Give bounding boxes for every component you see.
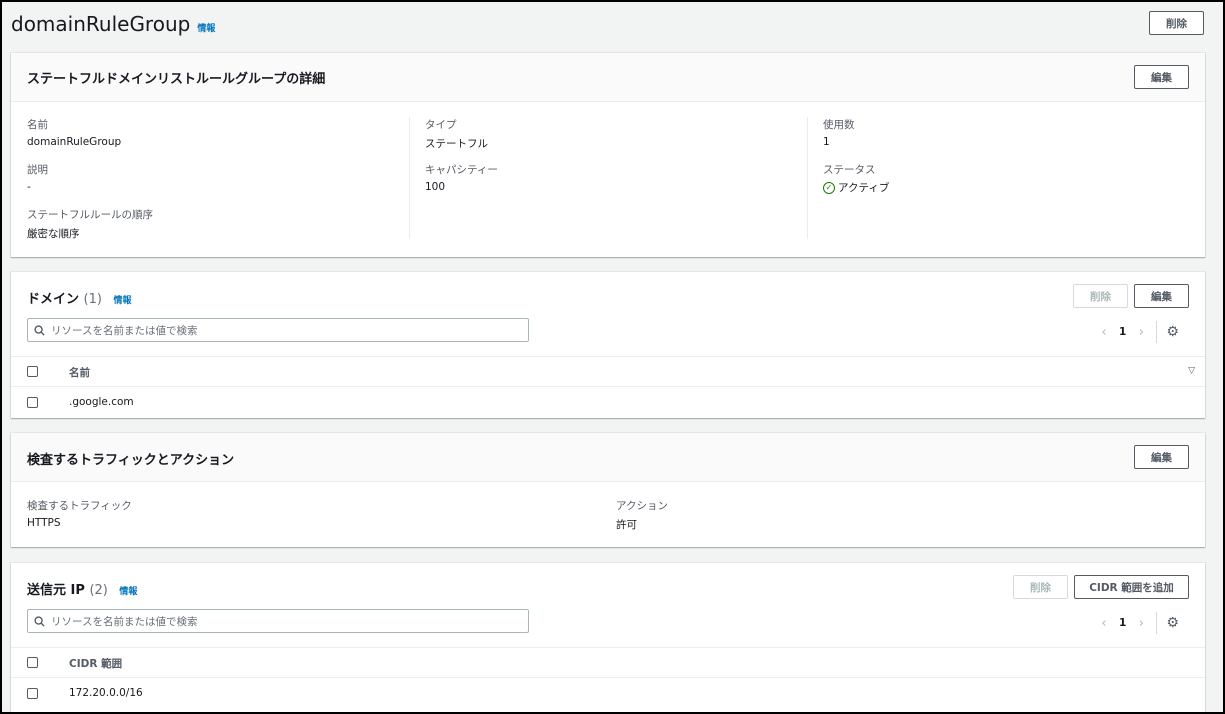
domain-search-placeholder: リソースを名前または値で検索 xyxy=(51,324,198,337)
gear-icon[interactable]: ⚙ xyxy=(1166,615,1179,631)
description-label: 説明 xyxy=(27,164,48,176)
domains-table-header: 名前 ▽ xyxy=(11,356,1205,387)
capacity-value: 100 xyxy=(425,181,446,193)
traffic-panel: 検査するトラフィックとアクション 編集 検査するトラフィック HTTPS アクシ… xyxy=(11,433,1205,547)
domain-search-input[interactable]: リソースを名前または値で検索 xyxy=(27,318,529,342)
search-icon xyxy=(34,615,45,627)
traffic-value: HTTPS xyxy=(27,517,61,529)
details-panel-header: ステートフルドメインリストルールグループの詳細 編集 xyxy=(11,53,1205,102)
chevron-left-icon[interactable]: ‹ xyxy=(1097,616,1111,631)
description-value: - xyxy=(27,181,31,193)
page-title: domainRuleGroup xyxy=(11,12,191,36)
select-all-checkbox[interactable] xyxy=(27,657,38,668)
gear-icon[interactable]: ⚙ xyxy=(1166,324,1179,340)
rule-order-label: ステートフルルールの順序 xyxy=(27,209,153,221)
source-ip-title: 送信元 IP (2) 情報 xyxy=(27,579,137,598)
chevron-left-icon[interactable]: ‹ xyxy=(1097,325,1111,340)
name-label: 名前 xyxy=(27,119,48,131)
type-value: ステートフル xyxy=(425,138,488,150)
action-label: アクション xyxy=(616,500,668,512)
domains-count: (1) xyxy=(83,292,102,307)
table-row: .google.com xyxy=(11,387,1205,418)
cidr-pagination: ‹ 1 › ⚙ xyxy=(1097,612,1179,634)
cidr-search-placeholder: リソースを名前または値で検索 xyxy=(51,615,198,628)
sort-down-icon[interactable]: ▽ xyxy=(1188,366,1195,376)
source-ip-info-link[interactable]: 情報 xyxy=(119,587,137,597)
table-row: 172.20.0.0/16 xyxy=(11,678,1205,709)
domain-name-column-header[interactable]: 名前 xyxy=(69,365,90,380)
source-ip-title-text: 送信元 IP xyxy=(27,583,85,598)
domains-info-link[interactable]: 情報 xyxy=(114,296,132,306)
edit-traffic-button[interactable]: 編集 xyxy=(1134,445,1189,469)
domains-panel: ドメイン (1) 情報 削除 編集 リソースを名前または値で検索 ‹ 1 › ⚙… xyxy=(11,272,1205,418)
usage-label: 使用数 xyxy=(823,119,855,131)
chevron-right-icon[interactable]: › xyxy=(1134,325,1148,340)
source-ip-count: (2) xyxy=(89,583,108,598)
cidr-search-input[interactable]: リソースを名前または値で検索 xyxy=(27,609,529,633)
page-header: domainRuleGroup 情報 xyxy=(11,12,215,36)
delete-cidr-button[interactable]: 削除 xyxy=(1013,575,1068,599)
row-checkbox[interactable] xyxy=(27,397,38,408)
domains-pagination: ‹ 1 › ⚙ xyxy=(1097,321,1179,343)
search-icon xyxy=(34,324,45,336)
domains-title: ドメイン (1) 情報 xyxy=(27,288,132,307)
column-divider xyxy=(807,117,808,239)
pager-divider xyxy=(1156,612,1158,634)
column-divider xyxy=(409,117,410,239)
check-circle-icon: ✓ xyxy=(823,181,835,194)
details-title: ステートフルドメインリストルールグループの詳細 xyxy=(27,72,326,87)
cidr-column-header[interactable]: CIDR 範囲 xyxy=(69,656,122,671)
pager-divider xyxy=(1156,321,1158,343)
row-checkbox[interactable] xyxy=(27,688,38,699)
traffic-title: 検査するトラフィックとアクション xyxy=(27,453,235,468)
status-label: ステータス xyxy=(823,164,876,176)
traffic-panel-header: 検査するトラフィックとアクション 編集 xyxy=(11,433,1205,482)
source-ip-panel: 送信元 IP (2) 情報 削除 CIDR 範囲を追加 リソースを名前または値で… xyxy=(11,563,1205,712)
action-value: 許可 xyxy=(616,519,637,531)
add-cidr-button[interactable]: CIDR 範囲を追加 xyxy=(1074,575,1189,599)
select-all-checkbox[interactable] xyxy=(27,366,38,377)
status-value: アクティブ xyxy=(838,182,890,194)
domains-title-text: ドメイン xyxy=(27,292,80,307)
chevron-right-icon[interactable]: › xyxy=(1134,616,1148,631)
cidr-page-number[interactable]: 1 xyxy=(1119,617,1126,629)
traffic-label: 検査するトラフィック xyxy=(27,500,132,512)
edit-details-button[interactable]: 編集 xyxy=(1134,65,1189,89)
domain-cell: .google.com xyxy=(69,396,134,408)
cidr-table-header: CIDR 範囲 xyxy=(11,647,1205,678)
usage-value: 1 xyxy=(823,136,830,148)
rule-order-value: 厳密な順序 xyxy=(27,228,80,240)
type-label: タイプ xyxy=(425,119,457,131)
cidr-cell: 172.20.0.0/16 xyxy=(69,687,143,699)
edit-domains-button[interactable]: 編集 xyxy=(1134,284,1189,308)
details-panel: ステートフルドメインリストルールグループの詳細 編集 名前 domainRule… xyxy=(11,53,1205,257)
delete-domain-button[interactable]: 削除 xyxy=(1073,284,1128,308)
page: domainRuleGroup 情報 削除 ステートフルドメインリストルールグル… xyxy=(2,2,1223,712)
capacity-label: キャパシティー xyxy=(425,164,498,176)
delete-rule-group-button[interactable]: 削除 xyxy=(1149,11,1204,35)
domains-page-number[interactable]: 1 xyxy=(1119,326,1126,338)
name-value: domainRuleGroup xyxy=(27,136,122,148)
status-badge: ✓ アクティブ xyxy=(823,180,889,195)
info-link[interactable]: 情報 xyxy=(197,21,215,34)
